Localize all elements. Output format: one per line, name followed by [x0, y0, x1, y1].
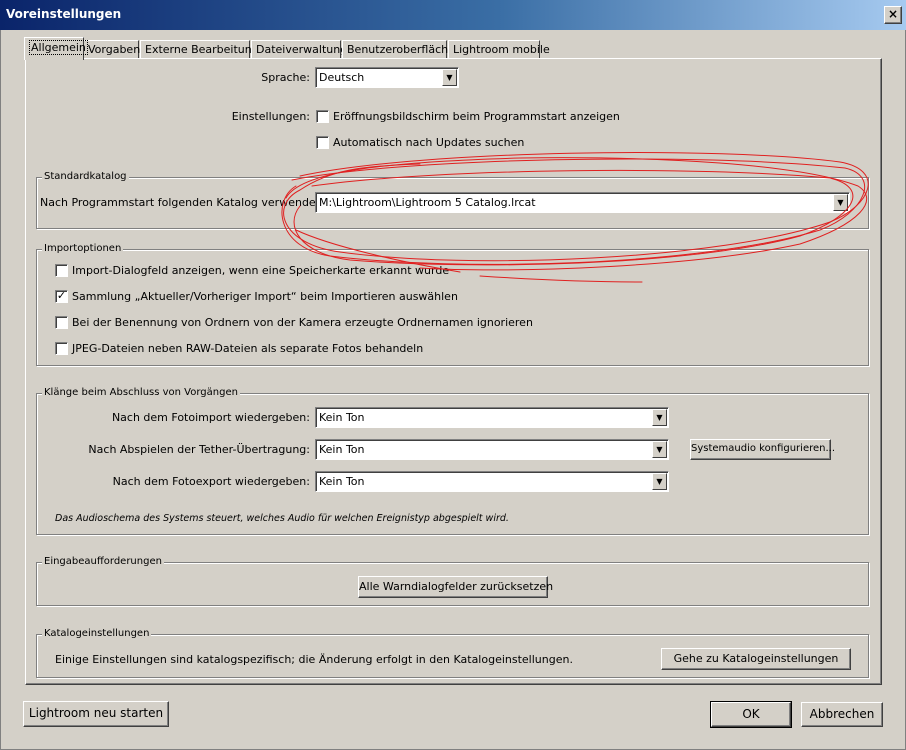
- audio-scheme-note: Das Audioschema des Systems steuert, wel…: [55, 513, 509, 524]
- chevron-down-icon: ▼: [442, 69, 457, 86]
- tab-allgemein[interactable]: Allgemein: [24, 37, 88, 60]
- tab-externe-bearbeitung[interactable]: Externe Bearbeitung: [140, 40, 259, 59]
- import-dialog-label: Import-Dialogfeld anzeigen, wenn eine Sp…: [72, 264, 450, 277]
- default-catalog-legend: Standardkatalog: [42, 171, 129, 182]
- system-audio-button[interactable]: Systemaudio konfigurieren...: [690, 439, 835, 460]
- tether-sound-select[interactable]: Kein Ton ▼: [315, 439, 669, 460]
- catalog-settings-text: Einige Einstellungen sind katalogspezifi…: [55, 653, 573, 666]
- language-value: Deutsch: [319, 71, 365, 84]
- import-collection-label: Sammlung „Aktueller/Vorheriger Import“ b…: [72, 290, 458, 303]
- ok-button[interactable]: OK: [710, 701, 792, 728]
- tab-vorgaben[interactable]: Vorgaben: [83, 40, 140, 59]
- restart-lightroom-button[interactable]: Lightroom neu starten: [23, 701, 169, 727]
- goto-catalog-settings-button[interactable]: Gehe zu Katalogeinstellungen: [661, 648, 851, 670]
- close-icon: ×: [887, 7, 899, 21]
- default-catalog-select[interactable]: M:\Lightroom\Lightroom 5 Catalog.lrcat ▼: [315, 192, 850, 213]
- chevron-down-icon: ▼: [652, 473, 667, 490]
- photo-import-sound-value: Kein Ton: [319, 411, 365, 424]
- updates-checkbox[interactable]: [316, 136, 329, 149]
- tab-label: Allgemein: [29, 40, 88, 55]
- import-collection-checkbox[interactable]: ✓: [55, 290, 68, 303]
- cancel-button[interactable]: Abbrechen: [801, 702, 883, 727]
- ignore-camera-folders-checkbox[interactable]: [55, 316, 68, 329]
- check-icon: ✓: [56, 289, 67, 302]
- title-bar: [0, 0, 906, 30]
- photo-export-sound-label: Nach dem Fotoexport wiedergeben:: [112, 475, 310, 488]
- ignore-camera-folders-label: Bei der Benennung von Ordnern von der Ka…: [72, 316, 533, 329]
- window-title: Voreinstellungen: [6, 7, 122, 21]
- chevron-down-icon: ▼: [652, 409, 667, 426]
- language-label: Sprache:: [261, 71, 310, 84]
- chevron-down-icon: ▼: [652, 441, 667, 458]
- sounds-legend: Klänge beim Abschluss von Vorgängen: [42, 387, 240, 398]
- tab-dateiverwaltung[interactable]: Dateiverwaltung: [251, 40, 347, 59]
- tether-sound-value: Kein Ton: [319, 443, 365, 456]
- catalog-settings-legend: Katalogeinstellungen: [42, 628, 152, 639]
- settings-label: Einstellungen:: [231, 110, 310, 123]
- updates-label: Automatisch nach Updates suchen: [333, 136, 525, 149]
- language-select[interactable]: Deutsch ▼: [315, 67, 459, 88]
- chevron-down-icon: ▼: [833, 194, 848, 211]
- splash-label: Eröffnungsbildschirm beim Programmstart …: [333, 110, 620, 123]
- tab-lightroom-mobile[interactable]: Lightroom mobile: [448, 40, 550, 59]
- reset-warnings-button[interactable]: Alle Warndialogfelder zurücksetzen: [358, 576, 553, 598]
- tether-sound-label: Nach Abspielen der Tether-Übertragung:: [88, 443, 310, 456]
- photo-import-sound-select[interactable]: Kein Ton ▼: [315, 407, 669, 428]
- default-catalog-label: Nach Programmstart folgenden Katalog ver…: [40, 196, 327, 209]
- splash-checkbox[interactable]: [316, 110, 329, 123]
- tab-benutzeroberflaeche[interactable]: Benutzeroberfläche: [342, 40, 455, 59]
- import-dialog-checkbox[interactable]: [55, 264, 68, 277]
- jpeg-raw-separate-label: JPEG-Dateien neben RAW-Dateien als separ…: [72, 342, 424, 355]
- close-button[interactable]: ×: [884, 6, 902, 24]
- photo-import-sound-label: Nach dem Fotoimport wiedergeben:: [111, 411, 310, 424]
- default-catalog-value: M:\Lightroom\Lightroom 5 Catalog.lrcat: [319, 196, 536, 209]
- import-options-legend: Importoptionen: [42, 243, 124, 254]
- prompts-legend: Eingabeaufforderungen: [42, 556, 164, 567]
- photo-export-sound-value: Kein Ton: [319, 475, 365, 488]
- photo-export-sound-select[interactable]: Kein Ton ▼: [315, 471, 669, 492]
- jpeg-raw-separate-checkbox[interactable]: [55, 342, 68, 355]
